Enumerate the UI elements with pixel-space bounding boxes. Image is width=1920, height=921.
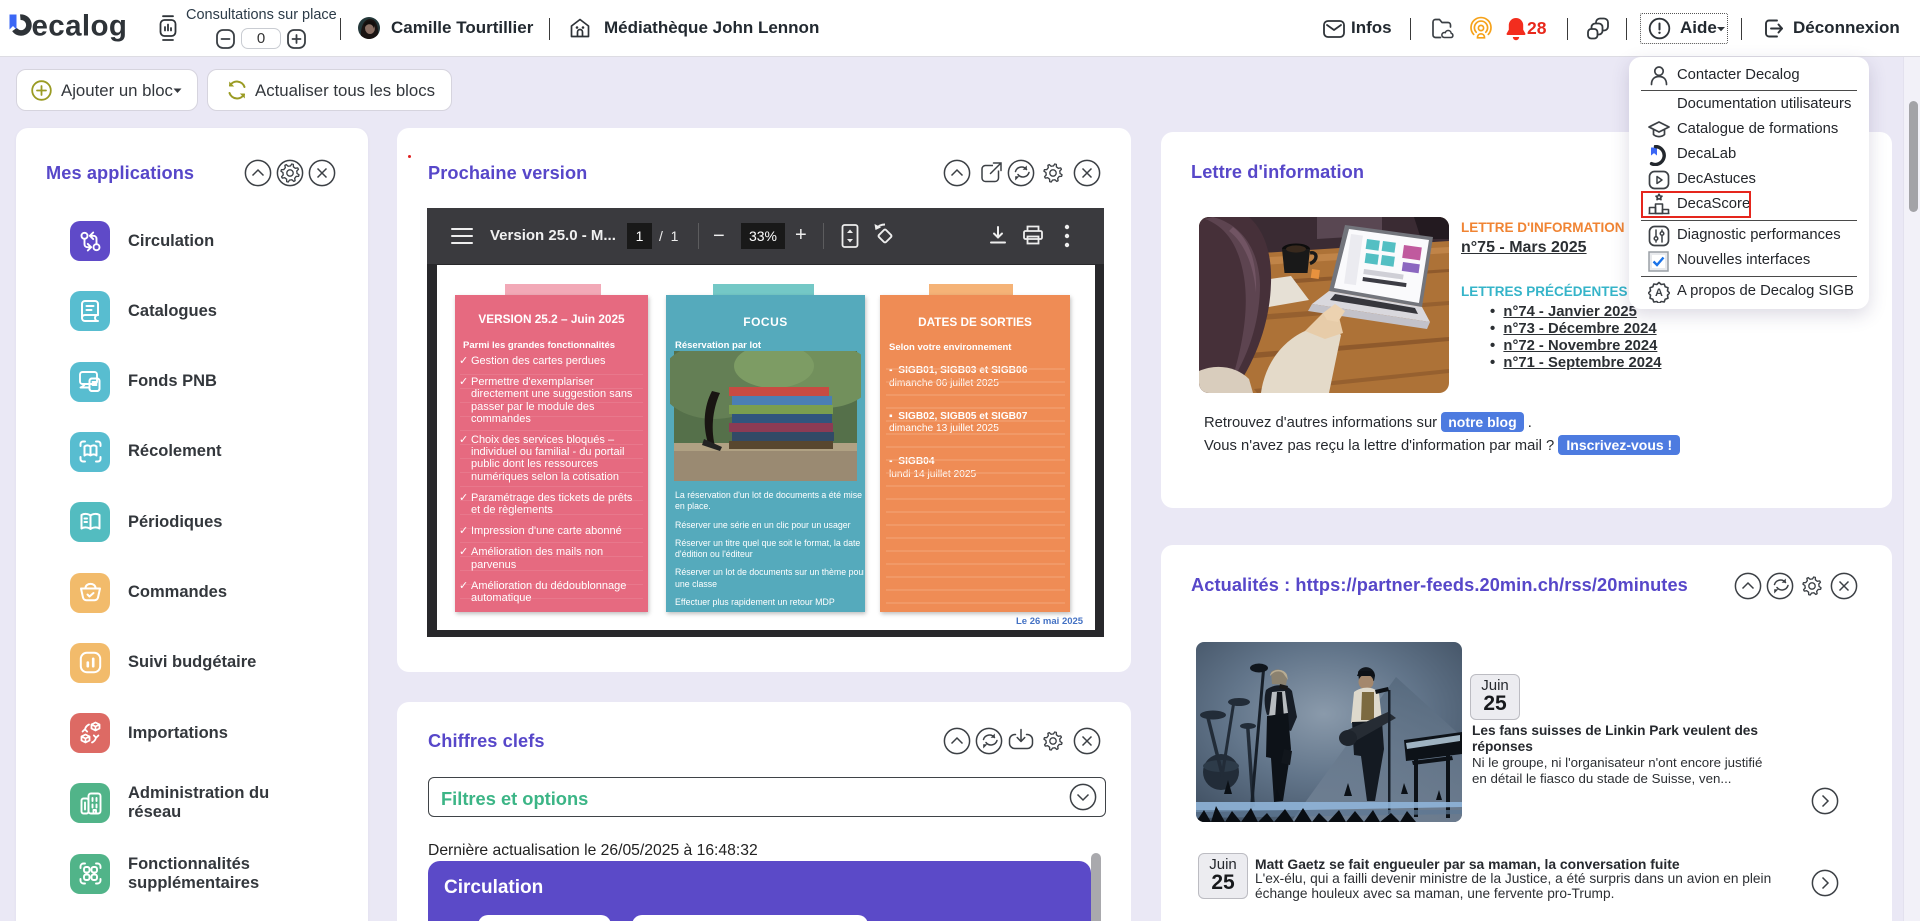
svg-text:ecalog: ecalog (32, 10, 128, 43)
svg-text:A: A (1655, 287, 1663, 299)
